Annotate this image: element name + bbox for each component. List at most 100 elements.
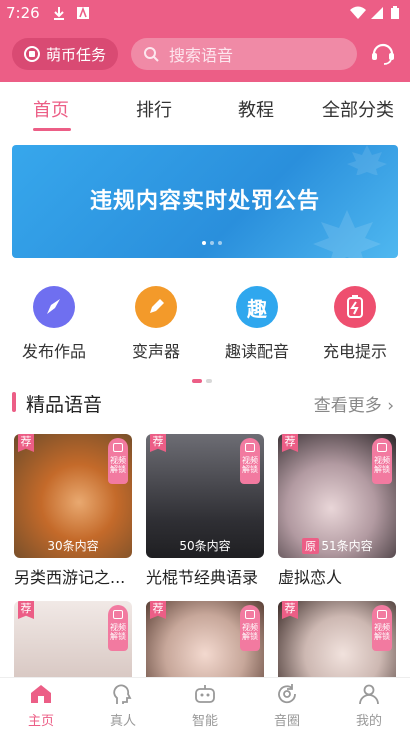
content-count: 51条内容 [321, 539, 373, 553]
quick-actions-pager [192, 379, 212, 383]
announcement-banner[interactable]: 违规内容实时处罚公告 [12, 145, 398, 258]
tab-home[interactable]: 首页 [33, 96, 69, 122]
category-tabs: 首页 排行 教程 全部分类 [0, 82, 410, 132]
card-cover: 荐 视频 解锁 [278, 601, 396, 677]
video-unlock-badge: 视频 解锁 [108, 438, 128, 484]
lock-icon [113, 610, 123, 619]
card-title: 另类西游记之... [14, 568, 126, 587]
recommend-tag: 荐 [282, 434, 298, 452]
card-cover: 荐 视频 解锁 [146, 601, 264, 677]
customer-service-icon[interactable] [370, 40, 396, 66]
badge-text: 视频 解锁 [242, 623, 258, 641]
quick-action-dubbing[interactable]: 趣 趣读配音 [212, 286, 302, 362]
pager-dot [206, 379, 212, 383]
nav-real-person[interactable]: 真人 [93, 682, 153, 729]
active-tab-indicator [33, 128, 71, 131]
nav-label: 音圈 [273, 714, 300, 729]
voice-pack-card[interactable]: 荐 视频 解锁 [146, 601, 264, 677]
banner-dot [218, 241, 222, 245]
maple-leaf-decoration [347, 145, 387, 175]
nav-label: 真人 [109, 714, 136, 729]
coin-task-button[interactable]: 萌币任务 [12, 38, 118, 70]
voice-pack-card[interactable]: 荐 视频 解锁 原 51条内容 虚拟恋人 [278, 434, 396, 588]
card-cover: 荐 视频 解锁 原 51条内容 [278, 434, 396, 558]
video-unlock-badge: 视频 解锁 [240, 605, 260, 651]
video-unlock-badge: 视频 解锁 [240, 438, 260, 484]
qu-icon: 趣 [236, 286, 278, 328]
badge-text: 视频 解锁 [242, 456, 258, 474]
recommend-tag: 荐 [150, 434, 166, 452]
quick-action-label: 发布作品 [21, 342, 86, 361]
pencil-icon [135, 286, 177, 328]
coin-task-icon [24, 46, 40, 62]
lock-icon [245, 610, 255, 619]
content-count: 30条内容 [47, 539, 99, 553]
voice-pack-card[interactable]: 荐 视频 解锁 30条内容 另类西游记之... [14, 434, 132, 588]
badge-text: 视频 解锁 [374, 456, 390, 474]
rocket-icon [33, 286, 75, 328]
see-more-link[interactable]: 查看更多 › [314, 391, 394, 416]
tab-ranking[interactable]: 排行 [136, 96, 172, 122]
quick-action-charge[interactable]: 充电提示 [310, 286, 400, 362]
nav-smart[interactable]: 智能 [175, 682, 235, 729]
lock-icon [245, 443, 255, 452]
card-cover: 荐 视频 解锁 [14, 601, 132, 677]
voice-pack-card[interactable]: 荐 视频 解锁 [278, 601, 396, 677]
badge-text: 视频 解锁 [110, 623, 126, 641]
home-icon [31, 685, 51, 703]
chevron-right-icon: › [387, 396, 394, 416]
app-notification-icon [77, 6, 89, 19]
banner-pager [202, 241, 222, 245]
nav-label: 我的 [355, 714, 382, 729]
recommend-tag: 荐 [282, 601, 298, 619]
video-unlock-badge: 视频 解锁 [108, 605, 128, 651]
recommend-tag: 荐 [18, 601, 34, 619]
card-cover: 荐 视频 解锁 30条内容 [14, 434, 132, 558]
nav-mine[interactable]: 我的 [339, 682, 399, 729]
banner-dot [202, 241, 206, 245]
recommend-tag: 荐 [18, 434, 34, 452]
card-title: 虚拟恋人 [278, 568, 343, 587]
lock-icon [377, 443, 387, 452]
nav-sound-circle[interactable]: 音圈 [257, 682, 317, 729]
search-input[interactable]: 搜索语音 [131, 38, 357, 70]
section-title: 精品语音 [26, 394, 103, 416]
content-count: 50条内容 [179, 539, 231, 553]
battery-icon [334, 286, 376, 328]
card-cover: 荐 视频 解锁 50条内容 [146, 434, 264, 558]
video-unlock-badge: 视频 解锁 [372, 438, 392, 484]
status-bar: 7:26 [0, 0, 410, 28]
signal-icon [371, 7, 383, 19]
voice-pack-card[interactable]: 荐 视频 解锁 50条内容 光棍节经典语录 [146, 434, 264, 588]
voice-pack-card[interactable]: 荐 视频 解锁 [14, 601, 132, 677]
video-unlock-badge: 视频 解锁 [372, 605, 392, 651]
quick-action-voice-changer[interactable]: 变声器 [111, 286, 201, 362]
nav-home[interactable]: 主页 [11, 682, 71, 729]
person-head-icon [113, 684, 132, 704]
banner-text: 违规内容实时处罚公告 [89, 189, 320, 214]
lock-icon [377, 610, 387, 619]
card-title: 光棍节经典语录 [146, 568, 259, 587]
section-header: 精品语音 查看更多 › [12, 390, 398, 416]
quick-action-label: 变声器 [131, 342, 180, 361]
status-time: 7:26 [6, 4, 40, 22]
badge-text: 视频 解锁 [110, 456, 126, 474]
nav-label: 智能 [191, 714, 218, 729]
bottom-navigation: 主页 真人 智能 音圈 我的 [0, 677, 410, 729]
recommend-tag: 荐 [150, 601, 166, 619]
quick-action-label: 充电提示 [322, 342, 387, 361]
search-icon [144, 47, 159, 62]
quick-action-publish[interactable]: 发布作品 [9, 286, 99, 362]
see-more-label: 查看更多 [313, 396, 382, 416]
pager-dot [192, 379, 202, 383]
coin-task-label: 萌币任务 [46, 45, 107, 64]
app-header: 萌币任务 搜索语音 [0, 28, 410, 82]
robot-icon [195, 685, 215, 703]
battery-status-icon [391, 6, 399, 19]
tab-all-categories[interactable]: 全部分类 [322, 96, 394, 122]
wifi-icon [350, 6, 366, 19]
quick-action-label: 趣读配音 [224, 342, 289, 361]
tab-tutorial[interactable]: 教程 [238, 96, 274, 122]
badge-text: 视频 解锁 [374, 623, 390, 641]
lock-icon [113, 443, 123, 452]
